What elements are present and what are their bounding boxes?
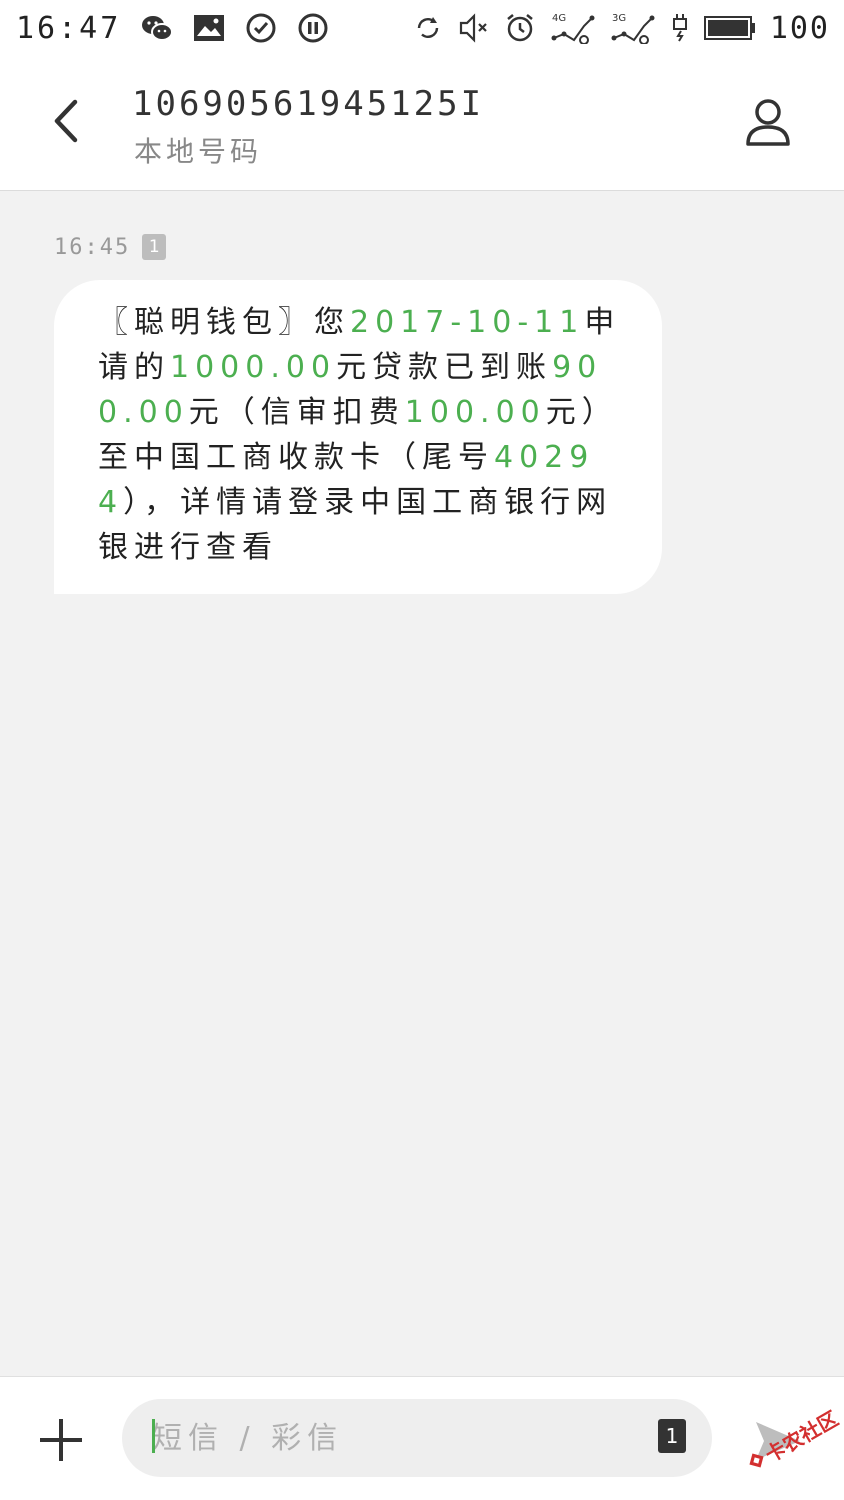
alarm-icon	[504, 12, 536, 44]
wechat-icon	[141, 12, 174, 44]
sync-icon	[412, 12, 444, 44]
message-input-container: 1	[122, 1399, 712, 1477]
signal-3g-icon: 3G	[610, 12, 656, 44]
plus-icon	[40, 1419, 82, 1461]
chevron-left-icon	[54, 99, 78, 143]
message-segment: ），详情请登录中国工商银行网银进行查看	[98, 485, 613, 565]
charging-icon	[670, 12, 690, 44]
contact-subtitle: 本地号码	[134, 135, 263, 168]
status-bar: 16:47 4G 3G 100	[0, 0, 844, 56]
back-button[interactable]	[40, 94, 94, 148]
text-caret	[152, 1419, 155, 1453]
message-meta: 16:45 1	[54, 234, 167, 260]
message-segment: 元贷款已到账	[336, 350, 553, 385]
conversation-header: 10690561945125I 本地号码	[0, 56, 844, 191]
mute-icon	[458, 12, 490, 44]
message-amount-highlight[interactable]: 100.00	[405, 395, 546, 430]
message-date-highlight[interactable]: 2017-10-11	[350, 305, 584, 340]
status-time: 16:47	[16, 10, 122, 46]
person-icon	[746, 99, 790, 146]
svg-text:3G: 3G	[612, 13, 626, 24]
signal-4g-icon: 4G	[550, 12, 596, 44]
message-time: 16:45	[54, 234, 131, 260]
message-text: 〖聪明钱包〗您2017-10-11申请的1000.00元贷款已到账900.00元…	[98, 300, 622, 570]
battery-icon	[703, 12, 756, 44]
message-segment: 元（信审扣费	[188, 395, 405, 430]
status-right: 4G 3G 100	[412, 11, 830, 46]
composer-bar: 1	[0, 1376, 844, 1500]
add-attachment-button[interactable]	[34, 1413, 88, 1467]
status-left: 16:47	[16, 11, 329, 46]
sim-select-button[interactable]: 1	[658, 1419, 686, 1453]
contact-number: 10690561945125I	[132, 84, 485, 124]
svg-text:4G: 4G	[552, 13, 566, 24]
pause-circle-icon	[297, 12, 329, 44]
check-circle-icon	[245, 12, 277, 44]
gallery-notification-icon	[193, 12, 225, 44]
message-amount-highlight[interactable]: 1000.00	[170, 350, 336, 385]
contact-info-button[interactable]	[738, 92, 798, 152]
message-bubble[interactable]: 〖聪明钱包〗您2017-10-11申请的1000.00元贷款已到账900.00元…	[54, 280, 662, 594]
message-segment: 〖聪明钱包〗您	[98, 305, 350, 340]
message-input[interactable]	[152, 1415, 642, 1461]
sim-badge: 1	[142, 234, 167, 260]
battery-level: 100	[769, 10, 830, 46]
